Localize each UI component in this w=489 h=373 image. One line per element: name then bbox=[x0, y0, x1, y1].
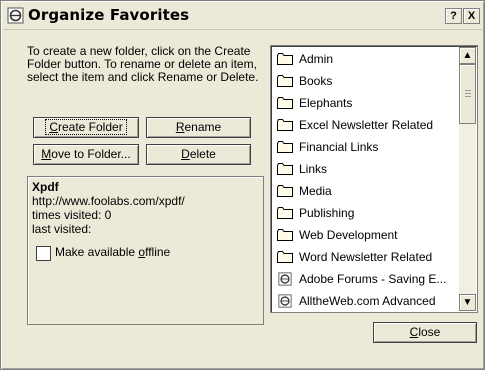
offline-checkbox[interactable] bbox=[36, 246, 51, 261]
close-label: lose bbox=[418, 325, 441, 339]
organize-favorites-dialog: Organize Favorites ? X To create a new f… bbox=[0, 0, 485, 370]
folder-icon bbox=[277, 75, 299, 87]
create-folder-accel: C bbox=[49, 120, 58, 134]
title-bar[interactable]: Organize Favorites ? X bbox=[3, 3, 482, 30]
ie-page-icon bbox=[277, 294, 299, 308]
rename-label: ename bbox=[184, 120, 222, 134]
move-label: ove to Folder... bbox=[51, 147, 131, 161]
list-item-label: Web Development bbox=[299, 228, 398, 242]
folder-icon bbox=[277, 163, 299, 175]
list-item[interactable]: Books bbox=[277, 72, 332, 90]
ie-page-icon bbox=[277, 272, 299, 286]
list-item[interactable]: Media bbox=[277, 182, 332, 200]
create-folder-label: reate Folder bbox=[57, 120, 123, 134]
instructions-text: To create a new folder, click on the Cre… bbox=[27, 44, 259, 84]
create-folder-button[interactable]: Create Folder bbox=[33, 117, 139, 138]
close-button[interactable]: Close bbox=[373, 322, 477, 343]
list-item[interactable]: Elephants bbox=[277, 94, 352, 112]
offline-checkbox-label[interactable]: Make available offline bbox=[55, 245, 170, 259]
list-item-label: Books bbox=[299, 74, 333, 88]
folder-icon bbox=[277, 119, 299, 131]
offline-label-pre: Make available bbox=[55, 245, 139, 259]
favorites-list[interactable]: Admin Books Elephants Excel Newsletter Rela… bbox=[270, 45, 478, 313]
close-window-button[interactable]: X bbox=[463, 8, 480, 24]
delete-accel: D bbox=[181, 147, 190, 161]
list-item-label: Links bbox=[299, 162, 328, 176]
list-item[interactable]: Adobe Forums - Saving E... bbox=[277, 270, 446, 288]
list-item[interactable]: Web Development bbox=[277, 226, 398, 244]
folder-icon bbox=[277, 185, 299, 197]
list-item[interactable]: Excel Newsletter Related bbox=[277, 116, 433, 134]
list-item-label: Financial Links bbox=[299, 140, 379, 154]
list-item-label: Publishing bbox=[299, 206, 355, 220]
folder-icon bbox=[277, 251, 299, 263]
list-item[interactable]: Word Newsletter Related bbox=[277, 248, 432, 266]
item-name: Xpdf bbox=[32, 180, 59, 194]
list-item[interactable]: Financial Links bbox=[277, 138, 378, 156]
list-item-label: Elephants bbox=[299, 96, 353, 110]
move-to-folder-button[interactable]: Move to Folder... bbox=[33, 144, 139, 165]
list-item-label: Word Newsletter Related bbox=[299, 250, 433, 264]
delete-button[interactable]: Delete bbox=[146, 144, 251, 165]
vertical-scrollbar[interactable]: ▲ ▼ bbox=[459, 47, 476, 311]
folder-icon bbox=[277, 207, 299, 219]
folder-icon bbox=[277, 229, 299, 241]
list-item-label: Adobe Forums - Saving E... bbox=[299, 272, 447, 286]
offline-label-post: ffline bbox=[145, 245, 171, 259]
window-title: Organize Favorites bbox=[28, 6, 190, 24]
list-item-label: Admin bbox=[299, 52, 334, 66]
list-item-label: AlltheWeb.com Advanced bbox=[299, 294, 436, 308]
last-visited: last visited: bbox=[32, 222, 92, 236]
item-url: http://www.foolabs.com/xpdf/ bbox=[32, 194, 185, 208]
list-item[interactable]: Publishing bbox=[277, 204, 354, 222]
times-visited: times visited: 0 bbox=[32, 208, 112, 222]
rename-button[interactable]: Rename bbox=[146, 117, 251, 138]
item-info-panel: Xpdf http://www.foolabs.com/xpdf/ times … bbox=[27, 176, 264, 325]
folder-icon bbox=[277, 97, 299, 109]
list-item[interactable]: Links bbox=[277, 160, 327, 178]
list-item[interactable]: Admin bbox=[277, 50, 333, 68]
list-item[interactable]: AlltheWeb.com Advanced bbox=[277, 292, 436, 310]
list-item-label: Media bbox=[299, 184, 332, 198]
move-accel: M bbox=[41, 147, 52, 161]
scroll-down-button[interactable]: ▼ bbox=[459, 294, 476, 311]
help-button[interactable]: ? bbox=[445, 8, 462, 24]
scroll-thumb[interactable] bbox=[459, 64, 476, 124]
ie-icon bbox=[7, 7, 24, 24]
folder-icon bbox=[277, 141, 299, 153]
folder-icon bbox=[277, 53, 299, 65]
list-item-label: Excel Newsletter Related bbox=[299, 118, 434, 132]
scroll-up-button[interactable]: ▲ bbox=[459, 47, 476, 64]
delete-label: elete bbox=[189, 147, 216, 161]
